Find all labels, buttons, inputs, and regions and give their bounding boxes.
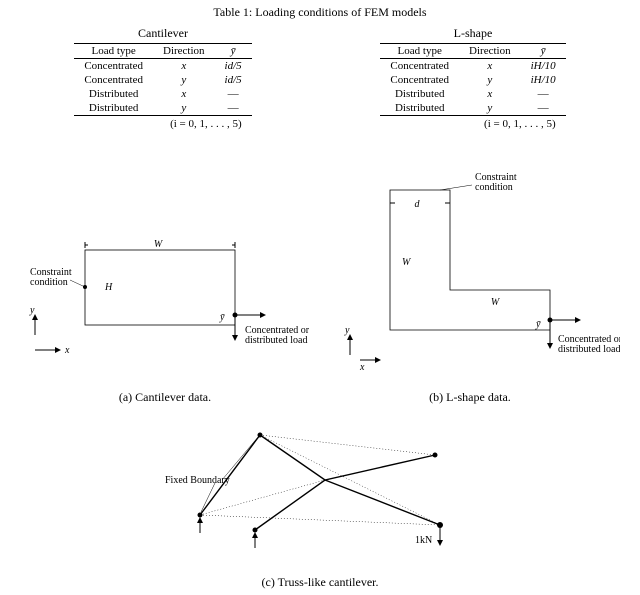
cantilever-figure: W H Constraint condition ȳ [20, 220, 310, 405]
label-load2-b: distributed load [558, 344, 620, 355]
table-row: Concentrated y iH/10 [380, 73, 565, 87]
table-row: Distributed x — [74, 87, 251, 101]
label-x-axis-b: x [359, 362, 365, 373]
table-1-caption: Table 1: Loading conditions of FEM model… [20, 5, 620, 20]
label-condition-2: condition [475, 182, 513, 193]
lshape-table-title: L-shape [380, 26, 565, 41]
label-W: W [154, 239, 164, 250]
label-condition-1: condition [30, 277, 68, 288]
th-loadtype: Load type [74, 44, 153, 59]
th-ybar: ȳ [521, 44, 566, 59]
label-ybar-a: ȳ [219, 312, 225, 323]
cantilever-table: Load type Direction ȳ Concentrated x id/… [74, 43, 251, 116]
label-W-vert: W [402, 257, 412, 268]
lshape-table: Load type Direction ȳ Concentrated x iH/… [380, 43, 565, 116]
caption-c: (c) Truss-like cantilever. [20, 575, 620, 590]
lshape-svg: d Constraint condition W W ȳ Concentrate… [320, 170, 620, 380]
label-ybar-b: ȳ [535, 319, 541, 330]
truss-figure: Fixed Boundary 1kN (c) Truss-like cantil… [20, 415, 620, 590]
table-row: Distributed y — [74, 101, 251, 116]
label-y-axis-a: y [29, 305, 35, 316]
caption-b: (b) L-shape data. [320, 390, 620, 405]
caption-a: (a) Cantilever data. [20, 390, 310, 405]
label-H: H [104, 282, 113, 293]
cantilever-table-title: Cantilever [74, 26, 251, 41]
cantilever-footnote: (i = 0, 1, . . . , 5) [74, 118, 251, 130]
label-y-axis-b: y [344, 325, 350, 336]
th-ybar: ȳ [215, 44, 252, 59]
table-row: Concentrated y id/5 [74, 73, 251, 87]
label-1kN: 1kN [415, 535, 432, 546]
cantilever-svg: W H Constraint condition ȳ [20, 220, 310, 380]
cantilever-table-block: Cantilever Load type Direction ȳ Concent… [74, 26, 251, 130]
label-d: d [415, 199, 421, 210]
figures-row: W H Constraint condition ȳ [20, 170, 620, 405]
label-fixed: Fixed Boundary [165, 475, 230, 486]
table-row: Distributed x — [380, 87, 565, 101]
label-W-horiz: W [491, 297, 501, 308]
table-row: Load type Direction ȳ [74, 44, 251, 59]
lshape-figure: d Constraint condition W W ȳ Concentrate… [320, 170, 620, 405]
lshape-footnote: (i = 0, 1, . . . , 5) [380, 118, 565, 130]
label-load2-a: distributed load [245, 335, 308, 346]
table-row: Concentrated x id/5 [74, 59, 251, 74]
table-row: Distributed y — [380, 101, 565, 116]
table-row: Concentrated x iH/10 [380, 59, 565, 74]
tables-row: Cantilever Load type Direction ȳ Concent… [20, 26, 620, 130]
th-direction: Direction [459, 44, 521, 59]
label-x-axis-a: x [64, 345, 70, 356]
truss-svg: Fixed Boundary 1kN [110, 415, 530, 565]
table-row: Load type Direction ȳ [380, 44, 565, 59]
th-direction: Direction [153, 44, 215, 59]
lshape-table-block: L-shape Load type Direction ȳ Concentrat… [380, 26, 565, 130]
th-loadtype: Load type [380, 44, 459, 59]
